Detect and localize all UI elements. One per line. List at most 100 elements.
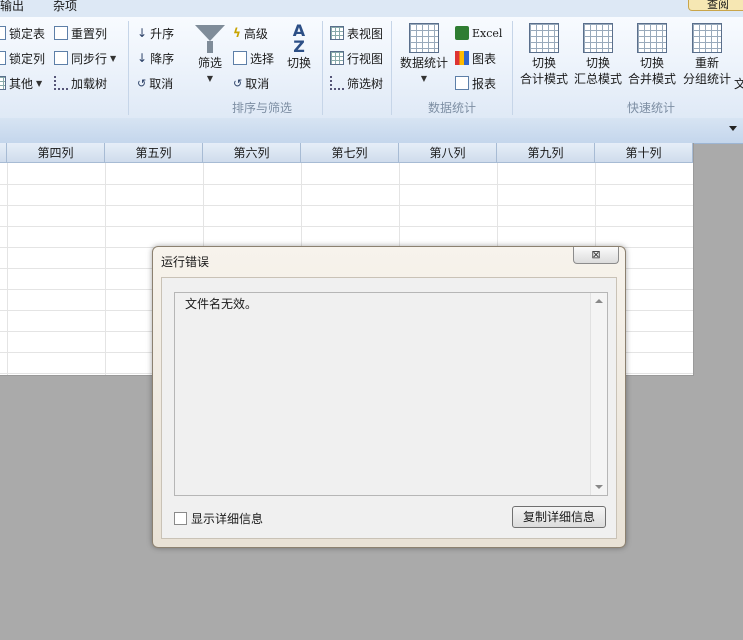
scroll-down-icon[interactable] [595,485,603,489]
data-stats-label: 数据统计 [399,56,448,70]
data-stats-icon [409,23,439,53]
advanced-filter-icon: ϟ [233,26,241,40]
tab-misc[interactable]: 杂项 [53,0,77,13]
column-header[interactable]: 第八列 [399,143,497,163]
sort-cancel-icon: ↺ [137,76,147,90]
switch-sort-label: 切换 [286,56,311,70]
other-icon [0,76,6,90]
chart-icon [455,51,469,65]
switch-sort-button[interactable]: AZ 切换 [283,23,315,71]
grid-row-line [0,226,693,227]
grid-row-line [0,205,693,206]
row-view-icon [330,51,344,65]
chevron-down-icon: ▼ [36,78,43,88]
error-message-box[interactable]: 文件名无效。 [174,292,608,496]
table-view-button[interactable]: 表视图 [330,23,383,43]
column-header[interactable]: 第四列 [7,143,105,163]
chevron-down-icon: ▼ [420,74,428,83]
other-dropdown[interactable]: 其他 ▼ [0,73,42,93]
close-icon: ⊠ [591,248,601,261]
show-details-checkbox[interactable] [174,512,187,525]
total-mode-line1: 切换 [531,56,556,70]
lock-table-button[interactable]: 锁定表 [0,23,45,43]
sort-filter-group-label: 排序与筛选 [232,101,293,115]
stats-group-label: 数据统计 [428,101,477,115]
az-sort-icon: AZ [292,21,306,56]
column-header[interactable]: 第五列 [105,143,203,163]
select-filter-label: 选择 [250,51,275,66]
sort-cancel-button[interactable]: ↺ 取消 [137,73,173,93]
dialog-title: 运行错误 [161,255,210,269]
ribbon-separator [322,21,323,115]
merge-mode-line1: 切换 [639,56,664,70]
total-mode-button[interactable]: 切换 合计模式 [516,23,572,87]
data-stats-button[interactable]: 数据统计 ▼ [397,23,451,87]
reset-column-button[interactable]: 重置列 [54,23,107,43]
lock-table-label: 锁定表 [9,26,46,41]
summary-mode-line1: 切换 [585,56,610,70]
lock-column-label: 锁定列 [9,51,46,66]
cut-off-button-label[interactable]: 文 [734,76,743,92]
filter-tree-button[interactable]: 筛选树 [330,73,383,93]
column-header[interactable]: 第七列 [301,143,399,163]
run-error-dialog: 运行错误 ⊠ 文件名无效。 显示详细信息 复制详细信息 [152,246,626,548]
filter-icon [195,25,225,41]
report-icon [455,76,469,90]
report-button[interactable]: 报表 [455,73,496,93]
chart-button[interactable]: 图表 [455,48,496,68]
column-header[interactable]: 第六列 [203,143,301,163]
regroup-stats-line2: 分组统计 [682,72,731,86]
sort-ascending-icon: ↓ [137,26,148,40]
error-message: 文件名无效。 [185,297,258,311]
lock-column-button[interactable]: 锁定列 [0,48,45,68]
scroll-up-icon[interactable] [595,299,603,303]
message-scrollbar[interactable] [590,293,607,495]
chevron-down-icon: ▼ [110,53,117,63]
sort-ascending-button[interactable]: ↓ 升序 [137,23,174,43]
summary-mode-icon [583,23,613,53]
total-mode-icon [529,23,559,53]
sync-row-button[interactable]: 同步行 ▼ [54,48,116,68]
filter-cancel-button[interactable]: ↺ 取消 [233,73,269,93]
row-view-label: 行视图 [347,51,384,66]
select-filter-button[interactable]: 选择 [233,48,274,68]
column-header-partial[interactable] [0,143,7,163]
filter-button[interactable]: 筛选 ▼ [192,23,228,87]
other-label: 其他 [9,76,34,91]
help-button[interactable]: 查阅 [688,0,743,11]
excel-icon [455,26,469,40]
copy-details-button[interactable]: 复制详细信息 [512,506,606,528]
excel-label: Excel [472,26,503,40]
merge-mode-icon [637,23,667,53]
reset-column-label: 重置列 [71,26,108,41]
sort-descending-icon: ↓ [137,51,148,65]
regroup-stats-button[interactable]: 重新 分组统计 [679,23,735,87]
tab-output[interactable]: 输出 [0,0,24,13]
excel-button[interactable]: Excel [455,23,502,43]
merge-mode-button[interactable]: 切换 合并模式 [624,23,680,87]
filter-tree-label: 筛选树 [347,76,384,91]
sort-ascending-label: 升序 [150,26,175,41]
sync-row-icon [54,51,68,65]
strip-dropdown-icon[interactable] [729,126,737,131]
chevron-down-icon: ▼ [206,74,214,83]
row-view-button[interactable]: 行视图 [330,48,383,68]
grid-row-line [0,184,693,185]
load-tree-button[interactable]: 加载树 [54,73,107,93]
show-details-label: 显示详细信息 [191,512,264,526]
table-view-label: 表视图 [347,26,384,41]
advanced-filter-label: 高级 [243,26,268,41]
summary-mode-button[interactable]: 切换 汇总模式 [570,23,626,87]
sort-descending-button[interactable]: ↓ 降序 [137,48,174,68]
select-filter-icon [233,51,247,65]
sort-cancel-label: 取消 [149,76,174,91]
column-header-row: 第四列 第五列 第六列 第七列 第八列 第九列 第十列 [0,143,693,163]
merge-mode-line2: 合并模式 [627,72,676,86]
grid-column-line [105,163,106,375]
column-header[interactable]: 第十列 [595,143,693,163]
ribbon: 锁定表 锁定列 其他 ▼ 重置列 同步行 ▼ 加载树 ↓ 升序 ↓ 降序 ↺ 取… [0,17,743,119]
column-header[interactable]: 第九列 [497,143,595,163]
advanced-filter-button[interactable]: ϟ 高级 [233,23,268,43]
help-label: 查阅 [707,0,729,11]
close-button[interactable]: ⊠ [573,247,619,264]
